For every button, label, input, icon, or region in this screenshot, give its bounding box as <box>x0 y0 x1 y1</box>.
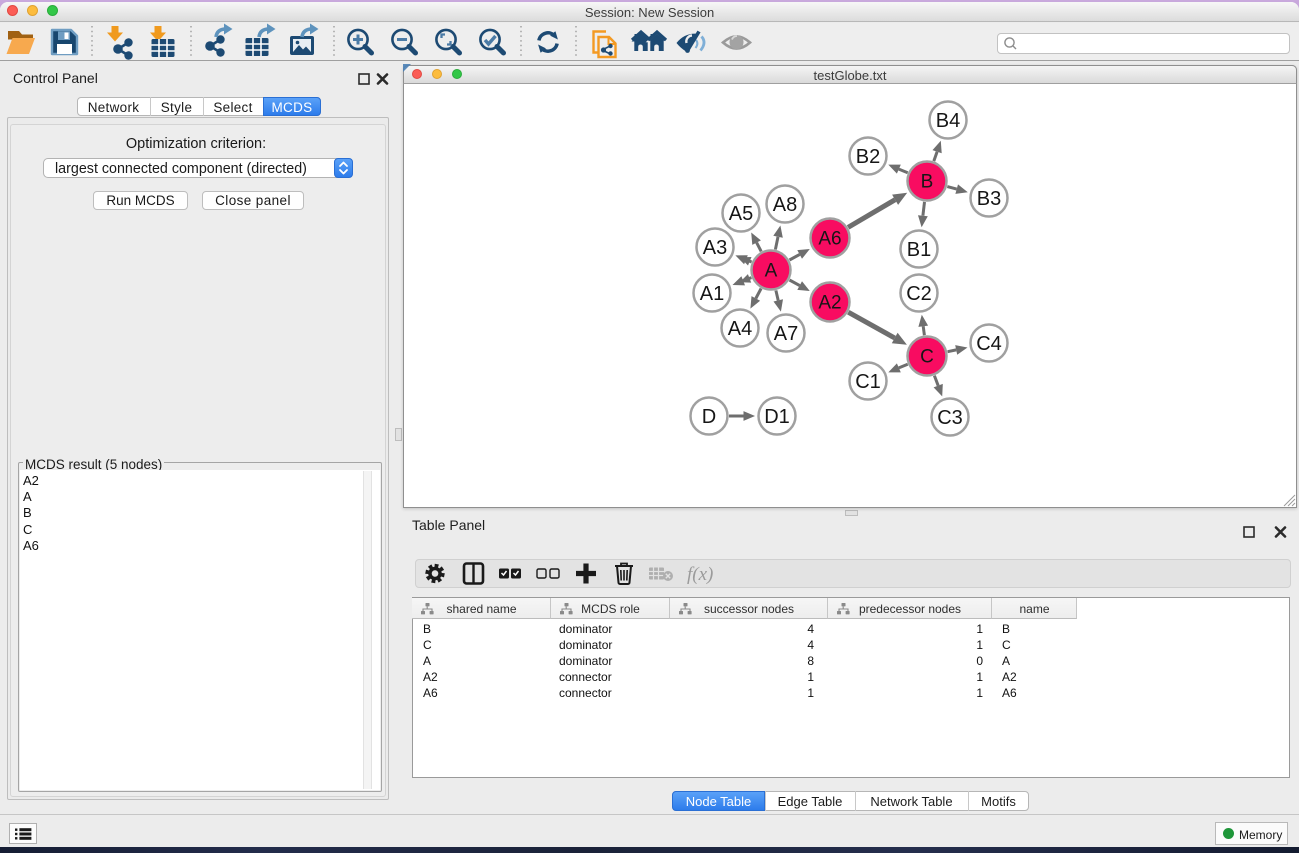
svg-text:A3: A3 <box>703 237 727 259</box>
svg-text:A4: A4 <box>728 318 752 340</box>
svg-text:C3: C3 <box>937 407 963 429</box>
svg-text:D1: D1 <box>764 406 790 428</box>
svg-text:A2: A2 <box>818 293 841 314</box>
svg-text:B3: B3 <box>977 188 1001 210</box>
svg-text:f(x): f(x) <box>687 564 713 585</box>
svg-text:A: A <box>765 261 778 282</box>
svg-text:B4: B4 <box>936 110 960 132</box>
svg-text:C2: C2 <box>906 283 932 305</box>
svg-text:C4: C4 <box>976 333 1002 355</box>
svg-text:A1: A1 <box>700 283 724 305</box>
svg-text:B1: B1 <box>907 239 931 261</box>
svg-text:A5: A5 <box>729 203 753 225</box>
svg-text:D: D <box>702 406 716 428</box>
svg-text:A6: A6 <box>818 229 841 250</box>
svg-text:B2: B2 <box>856 146 880 168</box>
svg-text:B: B <box>921 172 934 193</box>
svg-text:C1: C1 <box>855 371 881 393</box>
svg-text:C: C <box>920 347 934 368</box>
svg-text:A8: A8 <box>773 194 797 216</box>
svg-text:A7: A7 <box>774 323 798 345</box>
